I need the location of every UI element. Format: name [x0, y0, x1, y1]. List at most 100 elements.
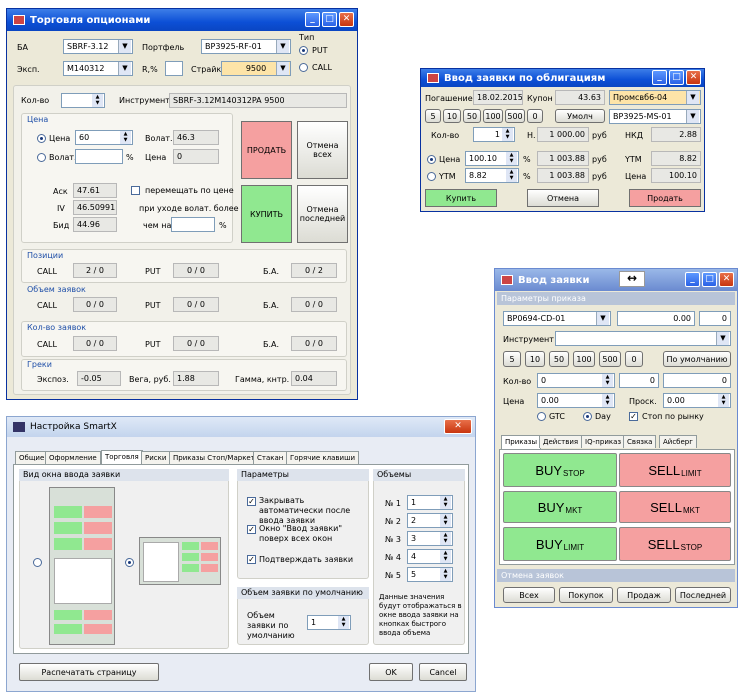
- chevron-down-icon[interactable]: ▼: [596, 312, 609, 325]
- buy-button[interactable]: Купить: [425, 189, 497, 207]
- tab-risks[interactable]: Риски: [141, 451, 171, 464]
- chevron-down-icon[interactable]: ▼: [716, 332, 729, 345]
- qty-100-button[interactable]: 100: [573, 351, 595, 367]
- tab-trading[interactable]: Торговля: [101, 450, 143, 464]
- buy-limit-button[interactable]: BUY LIMIT: [503, 527, 617, 561]
- spin-icon[interactable]: ▲ ▼: [440, 496, 451, 509]
- qty3-input[interactable]: 0: [663, 373, 731, 388]
- chevron-down-icon[interactable]: ▼: [686, 91, 699, 104]
- volat-input[interactable]: [75, 149, 123, 164]
- tab-orderbook[interactable]: Стакан: [253, 451, 288, 464]
- default-button[interactable]: По умолчанию: [663, 351, 731, 367]
- qty-0-button[interactable]: 0: [527, 109, 543, 123]
- resize-arrow-icon[interactable]: ↔: [619, 271, 645, 287]
- price-radio[interactable]: [37, 134, 46, 143]
- minimize-icon[interactable]: _: [305, 12, 320, 27]
- vol1-input[interactable]: 1 ▲ ▼: [407, 495, 453, 510]
- tab-appearance[interactable]: Оформление: [45, 451, 101, 464]
- volat-radio[interactable]: [37, 153, 46, 162]
- than-input[interactable]: [171, 217, 215, 232]
- ytm-radio[interactable]: [427, 172, 436, 181]
- qty-100-button[interactable]: 100: [483, 109, 503, 123]
- close-icon[interactable]: ✕: [339, 12, 354, 27]
- gtc-radio[interactable]: [537, 412, 546, 421]
- order-titlebar[interactable]: Ввод заявки ↔ _ □ ✕: [495, 269, 737, 291]
- issuer-select[interactable]: Промсвб6-04 ▼: [609, 90, 701, 105]
- options-titlebar[interactable]: Торговля опционами _ □ ✕: [7, 9, 357, 31]
- bonds-titlebar[interactable]: Ввод заявки по облигациям _ □ ✕: [421, 69, 704, 87]
- qty-input[interactable]: ▲ ▼: [61, 93, 105, 108]
- vol3-input[interactable]: 3 ▲ ▼: [407, 531, 453, 546]
- tab-iceberg[interactable]: Айсберг: [659, 435, 697, 448]
- chevron-down-icon[interactable]: ▼: [118, 40, 131, 53]
- spin-icon[interactable]: ▲ ▼: [602, 374, 613, 387]
- opt1-checkbox[interactable]: ✓: [247, 497, 256, 506]
- tab-actions[interactable]: Действия: [539, 435, 583, 448]
- spin-icon[interactable]: ▲ ▼: [120, 131, 131, 144]
- qty2-input[interactable]: 0: [619, 373, 659, 388]
- qty-input[interactable]: 0 ▲ ▼: [537, 373, 615, 388]
- qty-0-button[interactable]: 0: [625, 351, 643, 367]
- smartx-titlebar[interactable]: Настройка SmartX ✕: [7, 417, 475, 437]
- cancel-last-button[interactable]: Последней: [675, 587, 731, 603]
- vol4-input[interactable]: 4 ▲ ▼: [407, 549, 453, 564]
- prosk-input[interactable]: 0.00 ▲ ▼: [663, 393, 731, 408]
- chevron-down-icon[interactable]: ▼: [276, 62, 289, 75]
- sell-limit-button[interactable]: SELL LIMIT: [619, 453, 731, 487]
- portfolio-select[interactable]: BP3925-RF-01 ▼: [201, 39, 291, 54]
- vol2-input[interactable]: 2 ▲ ▼: [407, 513, 453, 528]
- sell-button[interactable]: Продать: [629, 189, 701, 207]
- opt2-checkbox[interactable]: ✓: [247, 525, 256, 534]
- price-top-input[interactable]: 0.00: [617, 311, 695, 326]
- qty-10-button[interactable]: 10: [443, 109, 461, 123]
- price-input[interactable]: 0.00 ▲ ▼: [537, 393, 615, 408]
- spin-icon[interactable]: ▲ ▼: [440, 532, 451, 545]
- tab-stop-orders[interactable]: Приказы Стоп/Маркет: [169, 451, 259, 464]
- ytm-input[interactable]: 8.82 ▲ ▼: [465, 168, 519, 183]
- account-select[interactable]: BP0694-CD-01 ▼: [503, 311, 611, 326]
- stop-market-checkbox[interactable]: ✓: [629, 412, 638, 421]
- qty-50-button[interactable]: 50: [549, 351, 569, 367]
- ba-select[interactable]: SBRF-3.12 ▼: [63, 39, 133, 54]
- account-select[interactable]: BP3925-MS-01 ▼: [609, 109, 701, 124]
- qty-500-button[interactable]: 500: [505, 109, 525, 123]
- r-input[interactable]: [165, 61, 183, 76]
- buy-mkt-button[interactable]: BUY MKT: [503, 491, 617, 523]
- buy-button[interactable]: КУПИТЬ: [241, 185, 292, 243]
- default-vol-input[interactable]: 1 ▲ ▼: [307, 615, 351, 630]
- spin-icon[interactable]: ▲ ▼: [502, 128, 513, 141]
- opt3-checkbox[interactable]: ✓: [247, 555, 256, 564]
- maximize-icon[interactable]: □: [669, 70, 684, 85]
- qty-500-button[interactable]: 500: [599, 351, 621, 367]
- close-icon[interactable]: ✕: [719, 272, 734, 287]
- vol5-input[interactable]: 5 ▲ ▼: [407, 567, 453, 582]
- tab-general[interactable]: Общие: [15, 451, 49, 464]
- tab-orders[interactable]: Приказы: [501, 435, 542, 449]
- tab-link[interactable]: Связка: [623, 435, 657, 448]
- spin-icon[interactable]: ▲ ▼: [440, 514, 451, 527]
- sell-button[interactable]: ПРОДАТЬ: [241, 121, 292, 179]
- cancel-all-button[interactable]: Отмена всех: [297, 121, 348, 179]
- minimize-icon[interactable]: _: [685, 272, 700, 287]
- qty-input[interactable]: 1 ▲ ▼: [473, 127, 515, 142]
- strike-select[interactable]: 9500 ▼: [221, 61, 291, 76]
- qty-5-button[interactable]: 5: [503, 351, 521, 367]
- cancel-last-button[interactable]: Отмена последней: [297, 185, 348, 243]
- buy-stop-button[interactable]: BUY STOP: [503, 453, 617, 487]
- spin-icon[interactable]: ▲ ▼: [602, 394, 613, 407]
- cancel-button[interactable]: Cancel: [419, 663, 467, 681]
- close-icon[interactable]: ✕: [444, 419, 472, 434]
- price-input[interactable]: 60 ▲ ▼: [75, 130, 133, 145]
- put-radio[interactable]: [299, 46, 308, 55]
- spin-icon[interactable]: ▲ ▼: [92, 94, 103, 107]
- sell-mkt-button[interactable]: SELL MKT: [619, 491, 731, 523]
- qty-5-button[interactable]: 5: [425, 109, 441, 123]
- qty-50-button[interactable]: 50: [463, 109, 481, 123]
- qty-top-input[interactable]: 0: [699, 311, 731, 326]
- close-icon[interactable]: ✕: [686, 70, 701, 85]
- minimize-icon[interactable]: _: [652, 70, 667, 85]
- spin-icon[interactable]: ▲ ▼: [440, 550, 451, 563]
- view-radio-1[interactable]: [33, 558, 42, 567]
- tab-hotkeys[interactable]: Горячие клавиши: [286, 451, 360, 464]
- maximize-icon[interactable]: □: [702, 272, 717, 287]
